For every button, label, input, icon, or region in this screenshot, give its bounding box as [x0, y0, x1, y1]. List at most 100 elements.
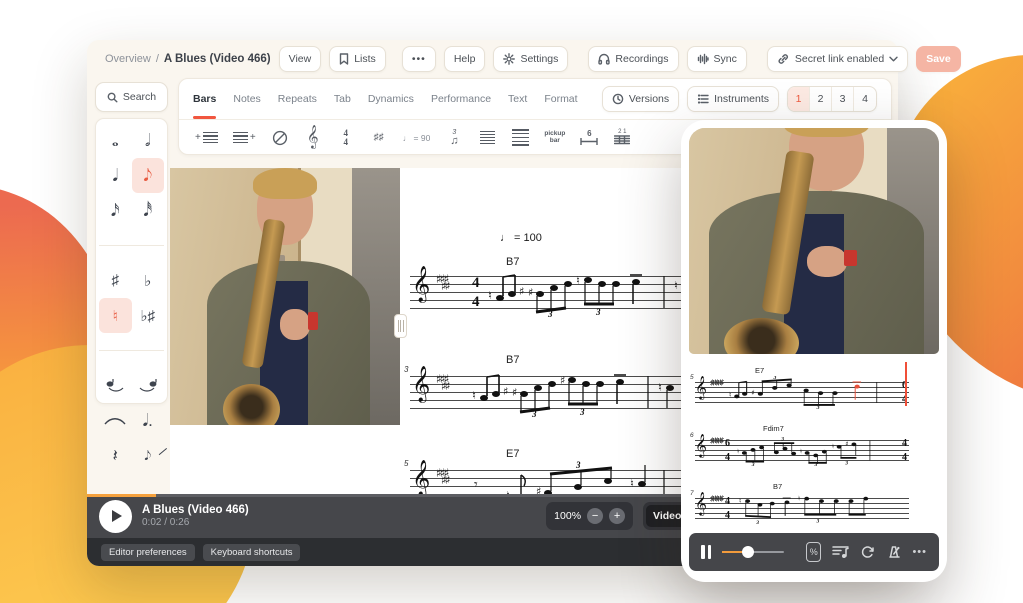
- recordings-button[interactable]: Recordings: [588, 46, 678, 72]
- bar-number: 3: [404, 365, 408, 374]
- pause-button[interactable]: [701, 545, 711, 559]
- insert-bar-after-button[interactable]: +: [233, 125, 256, 151]
- tempo-button[interactable]: ♩ = 90: [403, 125, 431, 151]
- editor-preferences-button[interactable]: Editor preferences: [101, 544, 195, 561]
- tab-repeats[interactable]: Repeats: [278, 79, 317, 119]
- staff-lines-button[interactable]: [511, 125, 529, 151]
- metronome-icon: [886, 545, 901, 559]
- svg-text:3: 3: [816, 519, 820, 525]
- svg-text:♮: ♮: [832, 443, 834, 451]
- barline-button[interactable]: [478, 125, 496, 151]
- delete-bar-button[interactable]: [271, 125, 289, 151]
- palette-grace-note[interactable]: 𝅘𝅥𝅮: [132, 438, 165, 473]
- staff-3-button[interactable]: 3: [832, 87, 854, 111]
- palette-eighth-note[interactable]: 𝅘𝅥𝅮: [132, 158, 165, 193]
- lists-button[interactable]: Lists: [329, 46, 386, 72]
- chevron-down-icon: [889, 56, 898, 62]
- more-options-button[interactable]: •••: [912, 546, 927, 558]
- tab-tab[interactable]: Tab: [334, 79, 351, 119]
- svg-text:♯: ♯: [845, 440, 848, 448]
- search-button[interactable]: Search: [95, 82, 168, 112]
- palette-whole-note[interactable]: 𝅝: [99, 123, 132, 158]
- secret-link-button[interactable]: Secret link enabled: [767, 46, 908, 72]
- zoom-out-button[interactable]: −: [587, 508, 603, 524]
- svg-text:♯: ♯: [560, 374, 565, 387]
- metronome-button[interactable]: [886, 545, 901, 559]
- svg-text:♮: ♮: [729, 390, 732, 399]
- slider-knob[interactable]: [742, 546, 754, 558]
- mobile-seek-slider[interactable]: [722, 546, 784, 558]
- pane-resize-handle[interactable]: [394, 314, 407, 338]
- palette-sixteenth-note[interactable]: 𝅘𝅥𝅯: [99, 193, 132, 228]
- svg-text:3: 3: [780, 437, 784, 443]
- settings-button[interactable]: Settings: [493, 46, 568, 72]
- sync-button[interactable]: Sync: [687, 46, 747, 72]
- grace-note-glyph: 𝅘𝅥𝅮: [144, 448, 151, 464]
- clef-button[interactable]: 𝄞: [304, 125, 322, 151]
- lists-label: Lists: [354, 53, 376, 65]
- more-button[interactable]: •••: [402, 46, 436, 72]
- notation-display-button[interactable]: [832, 545, 849, 559]
- staff-4-button[interactable]: 4: [854, 87, 876, 111]
- palette-natural[interactable]: ♮: [99, 298, 132, 333]
- time-signature-button[interactable]: 44: [337, 125, 355, 151]
- mobile-staff-2: 6 𝄞 ♯♯♯♯♯ 64 ♮ 3 3 ♮: [695, 440, 909, 461]
- palette-quarter-rest[interactable]: 𝄽: [99, 438, 132, 473]
- tab-format[interactable]: Format: [544, 79, 577, 119]
- tab-dynamics[interactable]: Dynamics: [368, 79, 414, 119]
- pickup-bar-button[interactable]: pickupbar: [544, 125, 565, 151]
- track-title: A Blues (Video 466): [142, 503, 249, 517]
- palette-tie-start[interactable]: [99, 368, 132, 403]
- mobile-video-panel: [689, 128, 939, 354]
- svg-text:3: 3: [772, 376, 776, 381]
- palette-slur[interactable]: [99, 403, 132, 438]
- key-signature-button[interactable]: ♯♯: [370, 125, 388, 151]
- save-button[interactable]: Save: [916, 46, 961, 72]
- staff-1-button[interactable]: 1: [788, 87, 810, 111]
- svg-text:♯: ♯: [751, 388, 754, 397]
- notation-notes: ♮ ♯ 3 3: [729, 376, 899, 409]
- instruments-button[interactable]: Instruments: [687, 86, 779, 112]
- gear-icon: [503, 53, 515, 65]
- help-button[interactable]: Help: [444, 46, 486, 72]
- palette-thirty-second-note[interactable]: 𝅘𝅥𝅰: [132, 193, 165, 228]
- bar-columns-button[interactable]: 2 1: [613, 125, 631, 151]
- bar-number: 6: [690, 432, 694, 439]
- tab-performance[interactable]: Performance: [431, 79, 491, 119]
- versions-button[interactable]: Versions: [602, 86, 679, 112]
- key-signature: ♯♯: [441, 379, 449, 393]
- palette-dotted-note[interactable]: 𝅘𝅥.: [132, 403, 165, 438]
- insert-bar-before-button[interactable]: +: [195, 125, 218, 151]
- palette-sharp[interactable]: ♯: [99, 263, 132, 298]
- speed-percent-button[interactable]: %: [806, 542, 821, 562]
- svg-text:3: 3: [814, 462, 818, 467]
- breadcrumb-overview[interactable]: Overview: [105, 53, 151, 65]
- palette-flat[interactable]: ♭: [132, 263, 165, 298]
- palette-tie-end[interactable]: [132, 368, 165, 403]
- secret-link-label: Secret link enabled: [795, 53, 884, 65]
- view-button[interactable]: View: [279, 46, 322, 72]
- tab-notes[interactable]: Notes: [233, 79, 260, 119]
- svg-text:♮: ♮: [798, 495, 800, 503]
- palette-quarter-note[interactable]: 𝅘𝅥: [99, 158, 132, 193]
- play-button[interactable]: [99, 500, 132, 533]
- breadcrumb-separator: /: [156, 53, 159, 65]
- loop-button[interactable]: [860, 545, 875, 559]
- svg-text:3: 3: [816, 405, 820, 409]
- palette-flat-sharp[interactable]: ♭♯: [132, 298, 165, 333]
- zoom-in-button[interactable]: +: [609, 508, 625, 524]
- loop-icon: [860, 545, 875, 559]
- tuplet-button[interactable]: 3♫: [445, 125, 463, 151]
- mobile-notation-pane[interactable]: E7 5 𝄞 ♯♯♯♯♯ ♮ ♯ 3 3: [689, 354, 939, 528]
- svg-text:♮: ♮: [674, 279, 678, 292]
- bar-width-button[interactable]: 6: [580, 125, 598, 151]
- svg-text:♮: ♮: [472, 389, 476, 402]
- staff-2-button[interactable]: 2: [810, 87, 832, 111]
- tab-bars[interactable]: Bars: [193, 79, 216, 119]
- columns-grid-icon: [614, 135, 630, 146]
- tab-text[interactable]: Text: [508, 79, 527, 119]
- palette-half-note[interactable]: 𝅗𝅥: [132, 123, 165, 158]
- svg-text:♮: ♮: [576, 274, 580, 287]
- time-signature: 64: [725, 439, 730, 462]
- keyboard-shortcuts-button[interactable]: Keyboard shortcuts: [203, 544, 301, 561]
